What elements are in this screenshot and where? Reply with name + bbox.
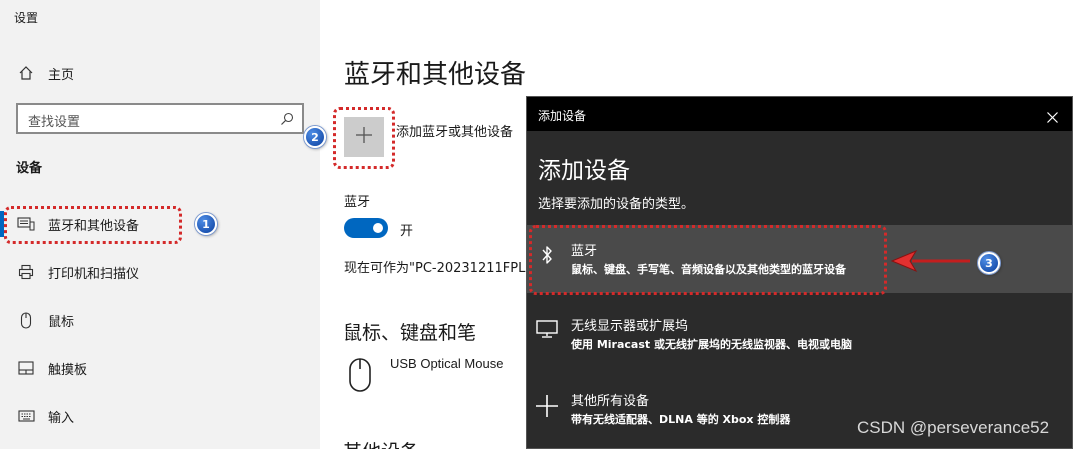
keyboard-icon bbox=[16, 410, 36, 422]
sidebar-item-label: 主页 bbox=[48, 67, 75, 83]
printer-icon bbox=[16, 264, 36, 280]
plus-icon bbox=[535, 395, 559, 417]
sidebar-item-label: 输入 bbox=[48, 410, 75, 426]
mouse-device-name[interactable]: USB Optical Mouse bbox=[390, 356, 503, 371]
toggle-state-label: 开 bbox=[400, 224, 414, 239]
annotation-box-add bbox=[333, 107, 395, 169]
search-placeholder: 查找设置 bbox=[28, 115, 81, 130]
option-description: 带有无线适配器、DLNA 等的 Xbox 控制器 bbox=[571, 413, 791, 426]
annotation-arrow-icon bbox=[890, 249, 970, 273]
option-name: 其他所有设备 bbox=[571, 394, 650, 409]
dialog-subtitle: 选择要添加的设备的类型。 bbox=[538, 197, 695, 212]
sidebar-item-touchpad[interactable]: 触摸板 bbox=[0, 348, 320, 388]
sidebar-item-label: 打印机和扫描仪 bbox=[48, 266, 140, 282]
annotation-badge-2: 2 bbox=[304, 126, 326, 148]
option-description: 使用 Miracast 或无线扩展坞的无线监视器、电视或电脑 bbox=[571, 338, 852, 351]
annotation-box-bluetooth-option bbox=[529, 225, 887, 295]
discoverable-text: 现在可作为"PC-20231211FPLE bbox=[344, 261, 527, 276]
page-title: 蓝牙和其他设备 bbox=[344, 60, 527, 90]
sidebar-item-label: 鼠标 bbox=[48, 314, 75, 330]
monitor-icon bbox=[535, 320, 559, 338]
option-wireless-display[interactable]: 无线显示器或扩展坞 使用 Miracast 或无线扩展坞的无线监视器、电视或电脑 bbox=[527, 300, 1072, 368]
sidebar-item-mouse[interactable]: 鼠标 bbox=[0, 300, 320, 340]
other-devices-heading: 其他设备 bbox=[343, 437, 419, 449]
annotation-badge-1: 1 bbox=[195, 213, 217, 235]
bluetooth-heading: 蓝牙 bbox=[344, 195, 371, 210]
dialog-window-title: 添加设备 bbox=[538, 109, 587, 123]
touchpad-icon bbox=[16, 361, 36, 375]
section-title-devices: 设备 bbox=[16, 161, 43, 176]
annotation-badge-3: 3 bbox=[978, 252, 1000, 274]
dialog-titlebar: 添加设备 bbox=[527, 97, 1072, 131]
sidebar-item-typing[interactable]: 输入 bbox=[0, 396, 320, 436]
sidebar-item-label: 触摸板 bbox=[48, 362, 88, 378]
mouse-device-icon bbox=[348, 357, 372, 397]
option-name: 无线显示器或扩展坞 bbox=[571, 319, 689, 334]
bluetooth-toggle[interactable] bbox=[344, 218, 388, 238]
home-icon bbox=[16, 65, 36, 81]
watermark: CSDN @perseverance52 bbox=[857, 418, 1050, 437]
sidebar-item-home[interactable]: 主页 bbox=[0, 53, 320, 93]
add-device-label[interactable]: 添加蓝牙或其他设备 bbox=[396, 121, 513, 140]
mouse-icon bbox=[16, 311, 36, 329]
annotation-box-sidebar bbox=[4, 206, 182, 244]
dialog-heading: 添加设备 bbox=[538, 158, 630, 184]
app-title: 设置 bbox=[14, 11, 39, 25]
search-icon bbox=[280, 111, 294, 130]
close-icon[interactable] bbox=[1047, 108, 1058, 127]
sidebar-item-printers[interactable]: 打印机和扫描仪 bbox=[0, 252, 320, 292]
search-input[interactable]: 查找设置 bbox=[16, 103, 304, 134]
toggle-knob bbox=[373, 223, 383, 233]
mouse-section-heading: 鼠标、键盘和笔 bbox=[343, 322, 477, 344]
